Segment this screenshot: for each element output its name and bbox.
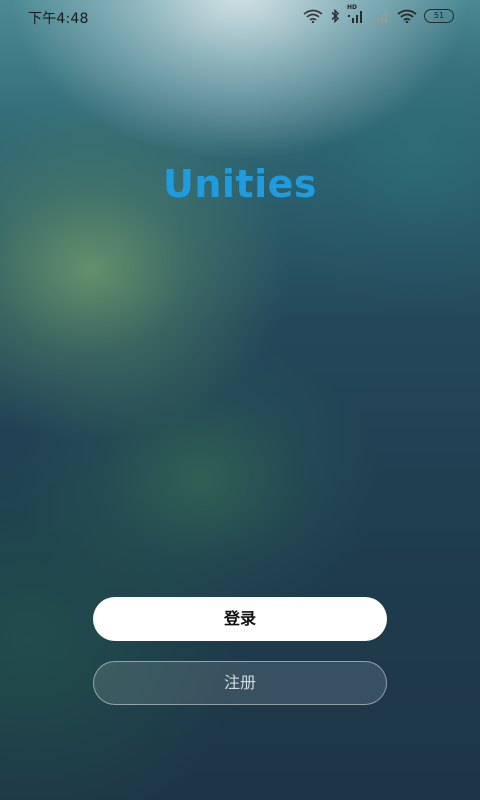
hd-label: HD — [347, 4, 358, 11]
login-button[interactable]: 登录 — [93, 597, 387, 641]
status-time: 下午4:48 — [28, 11, 89, 27]
wifi-icon — [397, 9, 417, 23]
wifi-icon — [303, 9, 323, 23]
bluetooth-icon — [330, 9, 340, 23]
app-logo: Unities — [162, 162, 317, 206]
status-icons: HD 51 — [303, 4, 454, 25]
status-bar: 下午4:48 HD 51 — [0, 0, 480, 34]
signal-weak-icon — [372, 9, 390, 23]
battery-icon: 51 — [424, 9, 454, 23]
signal-icon: HD — [347, 4, 365, 23]
register-button[interactable]: 注册 — [93, 661, 387, 705]
